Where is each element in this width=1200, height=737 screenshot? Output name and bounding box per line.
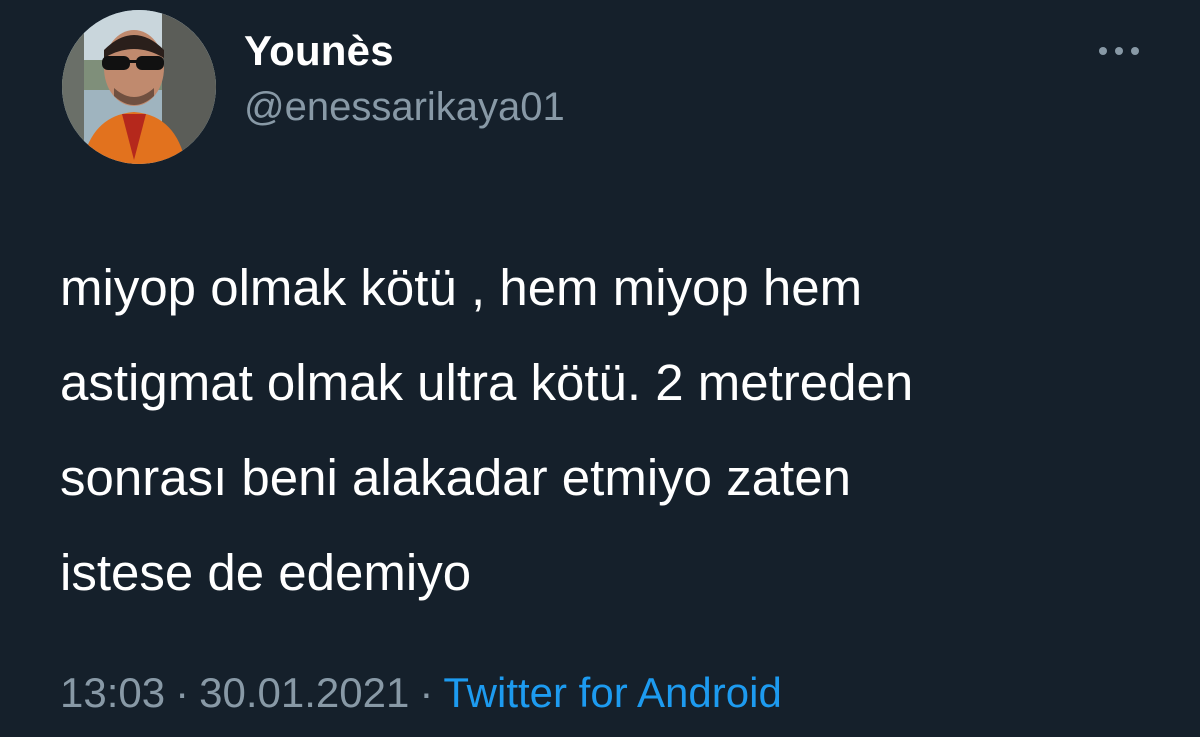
more-horizontal-icon xyxy=(1099,47,1139,55)
tweet-text-line: istese de edemiyo xyxy=(60,544,472,601)
tweet-metadata: 13:03 · 30.01.2021 · Twitter for Android xyxy=(60,668,782,718)
tweet-card: Younès @enessarikaya01 miyop olmak kötü … xyxy=(0,0,1200,737)
tweet-source-link[interactable]: Twitter for Android xyxy=(443,669,781,716)
avatar-photo xyxy=(62,10,216,164)
tweet-time[interactable]: 13:03 xyxy=(60,669,165,716)
tweet-date[interactable]: 30.01.2021 xyxy=(199,669,409,716)
separator-dot: · xyxy=(175,669,190,716)
tweet-text-line: sonrası beni alakadar etmiyo zaten xyxy=(60,449,851,506)
avatar[interactable] xyxy=(62,10,216,164)
more-options-button[interactable] xyxy=(1090,36,1150,66)
display-name[interactable]: Younès xyxy=(244,26,394,76)
tweet-text-line: miyop olmak kötü , hem miyop hem xyxy=(60,259,863,316)
tweet-text: miyop olmak kötü , hem miyop hem astigma… xyxy=(60,240,1160,620)
separator-dot: · xyxy=(419,669,434,716)
user-handle[interactable]: @enessarikaya01 xyxy=(244,83,565,131)
tweet-text-line: astigmat olmak ultra kötü. 2 metreden xyxy=(60,354,914,411)
